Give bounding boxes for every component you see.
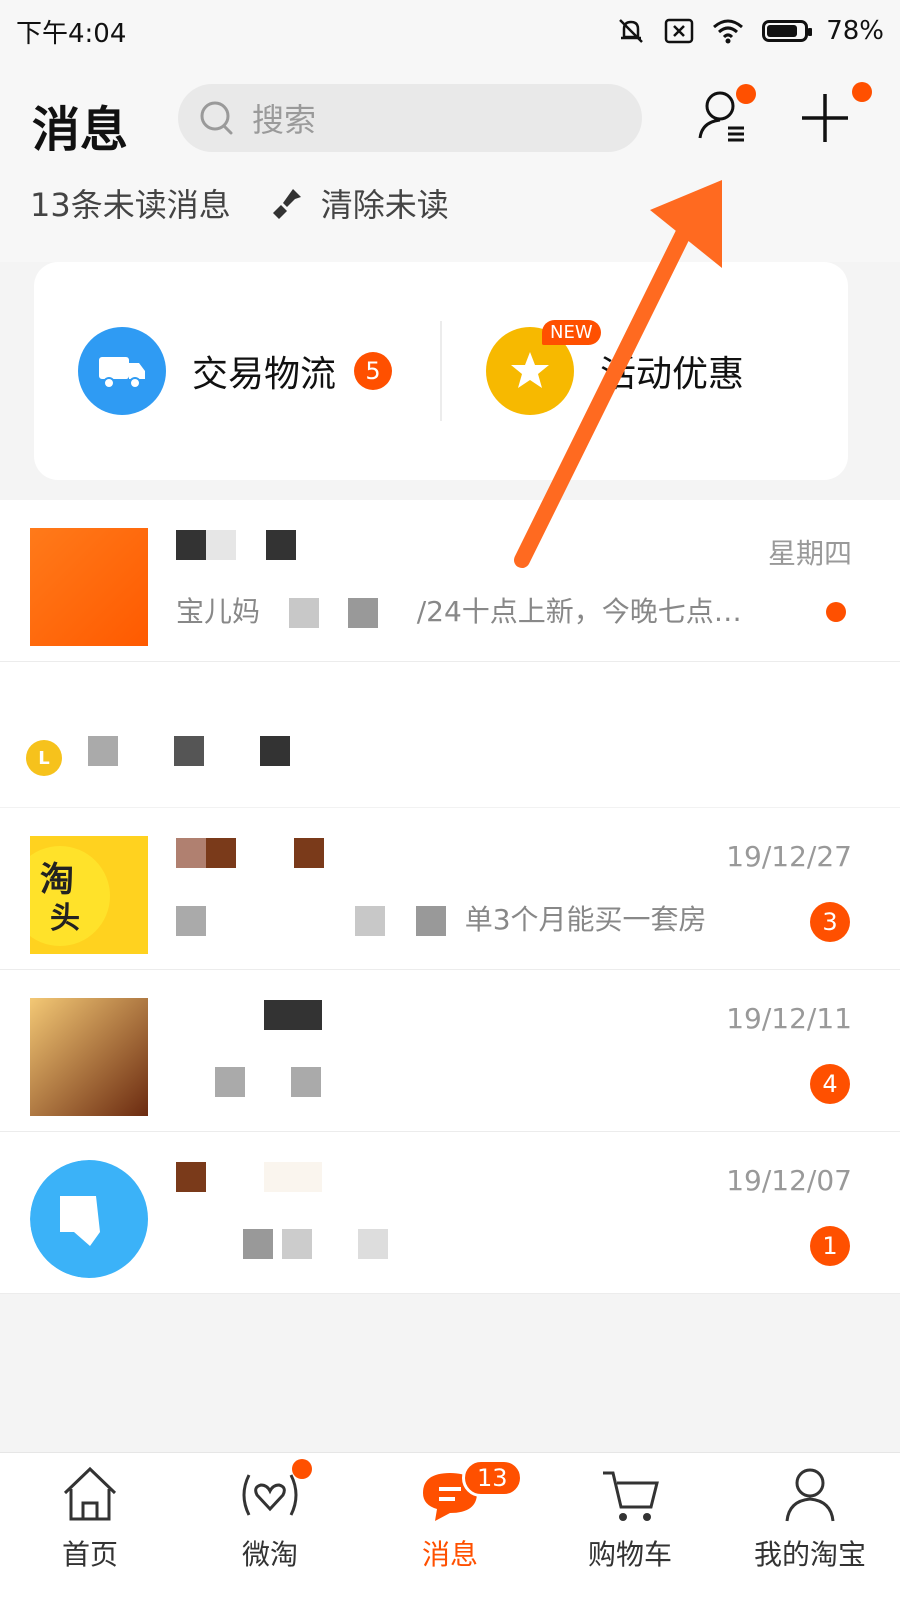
tab-messages-label: 消息 (421, 1538, 478, 1571)
tab-bar: 首页 微淘 13 消息 购物车 我的淘宝 (0, 1452, 900, 1600)
group-title (88, 736, 290, 766)
tab-my-taobao-label: 我的淘宝 (753, 1538, 866, 1571)
battery-percent: 78% (826, 16, 884, 46)
avatar (30, 528, 148, 646)
tab-weitao-label: 微淘 (241, 1538, 298, 1571)
weitao-dot-badge (292, 1459, 312, 1479)
shortcut-card: 交易物流 5 NEW 活动优惠 (34, 262, 848, 480)
conversation-preview: 单3个月能买一套房 (176, 898, 796, 938)
conversation-preview (176, 1060, 796, 1097)
conversation-time: 19/12/27 (726, 840, 852, 873)
conversation-preview: 宝儿妈 /24十点上新，今晚七点… (176, 595, 742, 628)
avatar: 淘 头 (30, 836, 148, 954)
unread-count-badge: 3 (810, 902, 850, 942)
messages-header: 消息 搜索 13条未读消息 清除未读 (0, 62, 900, 262)
home-icon (63, 1466, 117, 1521)
clear-unread-button[interactable]: 清除未读 (271, 180, 449, 226)
battery-icon (762, 20, 813, 42)
status-icons: 78% (616, 16, 884, 46)
add-dot-badge (852, 82, 872, 102)
tab-cart-label: 购物车 (587, 1538, 672, 1571)
wifi-icon (713, 19, 744, 44)
conversation-title (176, 530, 296, 560)
tab-home-label: 首页 (61, 1538, 118, 1571)
tab-my-taobao[interactable]: 我的淘宝 (720, 1453, 900, 1600)
tab-cart[interactable]: 购物车 (540, 1453, 720, 1600)
plus-icon (802, 94, 848, 142)
conversation-item[interactable]: 19/12/11 4 (0, 970, 900, 1132)
logistics-shortcut[interactable]: 交易物流 5 (34, 262, 440, 480)
conversation-list: 星期四 宝儿妈 /24十点上新，今晚七点… L 淘 头 19/12/27 单3个… (0, 500, 900, 1294)
unread-count-badge: 4 (810, 1064, 850, 1104)
truck-icon (78, 327, 166, 415)
conversation-title (176, 1162, 322, 1192)
conversation-title (176, 838, 324, 868)
unread-dot (826, 602, 846, 622)
group-header[interactable]: L (0, 688, 900, 808)
avatar (30, 1160, 148, 1278)
status-time: 下午4:04 (16, 18, 127, 49)
tab-weitao[interactable]: 微淘 (180, 1453, 360, 1600)
status-bar: 下午4:04 78% (0, 0, 900, 62)
new-tag: NEW (542, 320, 601, 345)
conversation-title (176, 1000, 322, 1030)
contacts-button[interactable] (690, 82, 760, 152)
broom-icon (272, 189, 301, 219)
promotions-label: 活动优惠 (600, 354, 745, 395)
logistics-badge: 5 (354, 352, 393, 390)
profile-icon (785, 1468, 835, 1522)
cart-icon (603, 1471, 659, 1521)
contacts-dot-badge (736, 84, 756, 104)
messages-count-badge: 13 (462, 1459, 523, 1497)
conversation-time: 星期四 (767, 537, 852, 570)
conversation-item[interactable]: 星期四 宝儿妈 /24十点上新，今晚七点… (0, 500, 900, 662)
logistics-label: 交易物流 (192, 354, 337, 395)
conversation-item[interactable]: 淘 头 19/12/27 单3个月能买一套房 3 (0, 808, 900, 970)
svg-text:头: 头 (50, 901, 80, 936)
unread-count-badge: 1 (810, 1226, 850, 1266)
search-placeholder: 搜索 (252, 101, 317, 139)
mute-bell-icon (619, 19, 644, 43)
clear-unread-label: 清除未读 (320, 186, 449, 224)
search-input[interactable]: 搜索 (178, 84, 642, 152)
search-icon (200, 101, 233, 135)
unread-row: 13条未读消息 清除未读 (30, 180, 449, 226)
conversation-preview (176, 1222, 796, 1259)
promotions-shortcut[interactable]: NEW 活动优惠 (442, 262, 848, 480)
conversation-item[interactable]: 19/12/07 1 (0, 1132, 900, 1294)
page-title: 消息 (32, 102, 129, 158)
clock-icon: L (26, 740, 62, 776)
conversation-time: 19/12/07 (726, 1164, 852, 1197)
unread-summary: 13条未读消息 (30, 186, 231, 224)
conversation-time: 19/12/11 (726, 1002, 852, 1035)
tab-messages[interactable]: 13 消息 (360, 1453, 540, 1600)
svg-text:淘: 淘 (40, 860, 74, 900)
sim-off-icon (664, 18, 694, 44)
tab-home[interactable]: 首页 (0, 1453, 180, 1600)
avatar (30, 998, 148, 1116)
add-button[interactable] (790, 82, 872, 152)
